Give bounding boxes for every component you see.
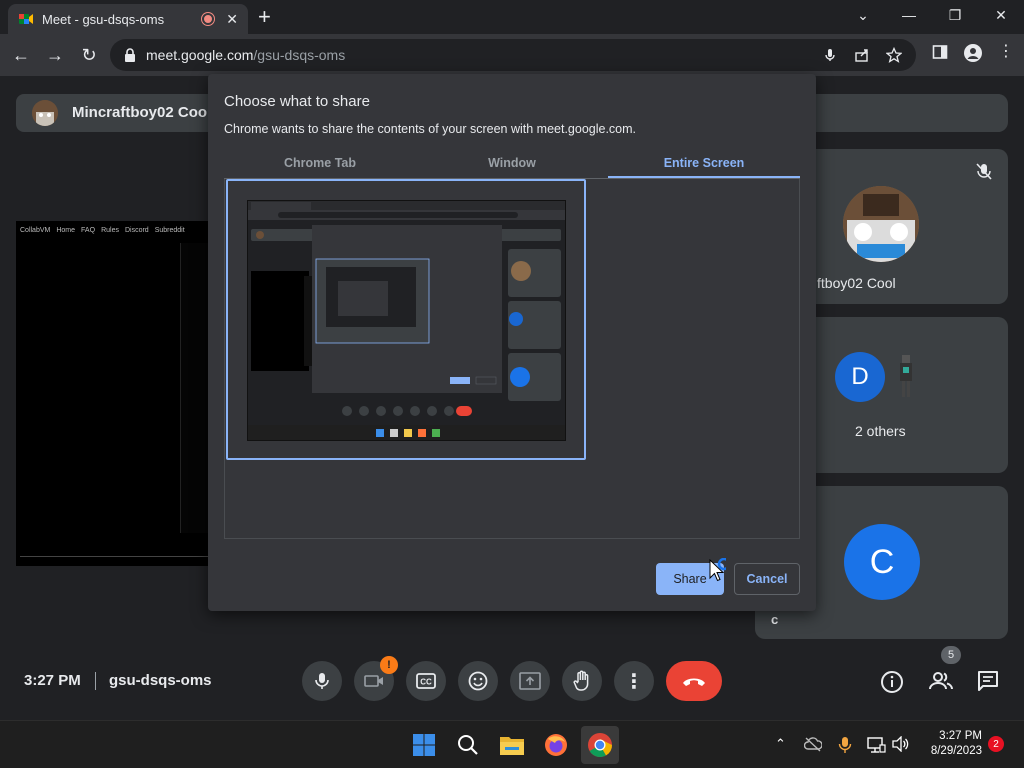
cloud-offline-icon[interactable] bbox=[804, 736, 822, 752]
share-page-icon[interactable] bbox=[854, 47, 870, 63]
participant-count-badge: 5 bbox=[941, 646, 961, 664]
folder-icon bbox=[500, 737, 524, 755]
collabvm-nav: CollabVM Home FAQ Rules Discord Subreddi… bbox=[20, 227, 185, 234]
cursor-busy-icon bbox=[709, 558, 726, 582]
microphone-icon bbox=[315, 673, 329, 689]
microphone-tray-icon[interactable] bbox=[838, 736, 852, 754]
file-explorer-button[interactable] bbox=[498, 731, 526, 759]
bookmark-star-icon[interactable] bbox=[886, 47, 902, 63]
search-icon bbox=[458, 735, 478, 755]
firefox-icon bbox=[545, 734, 567, 756]
meet-favicon-icon bbox=[19, 14, 33, 24]
browser-toolbar: ← → ↻ meet.google.com/gsu-dsqs-oms ⋮ bbox=[0, 34, 1024, 76]
profile-avatar-icon[interactable] bbox=[964, 44, 982, 62]
network-icon[interactable] bbox=[866, 736, 886, 754]
screen-list bbox=[224, 179, 800, 539]
reactions-button[interactable] bbox=[458, 661, 498, 701]
participant-avatar bbox=[843, 186, 919, 262]
presenter-avatar bbox=[32, 100, 58, 126]
character-figure-icon bbox=[900, 355, 912, 397]
volume-icon[interactable] bbox=[892, 736, 910, 752]
present-screen-icon bbox=[519, 672, 541, 690]
camera-icon bbox=[364, 675, 383, 687]
microphone-button[interactable] bbox=[302, 661, 342, 701]
system-clock[interactable]: 3:27 PM 8/29/2023 bbox=[920, 729, 982, 759]
camera-warning-badge: ! bbox=[380, 656, 398, 674]
dialog-title: Choose what to share bbox=[224, 93, 370, 110]
tab-chrome-tab[interactable]: Chrome Tab bbox=[224, 152, 416, 178]
tab-window[interactable]: Window bbox=[416, 152, 608, 178]
browser-tab-meet[interactable]: Meet - gsu-dsqs-oms ✕ bbox=[8, 4, 248, 34]
meeting-time: 3:27 PM bbox=[24, 672, 81, 689]
participant-name: 2 others bbox=[855, 423, 906, 439]
participant-avatar-c: C bbox=[844, 524, 920, 600]
minimize-button[interactable]: — bbox=[886, 4, 932, 26]
tab-entire-screen[interactable]: Entire Screen bbox=[608, 152, 800, 178]
chat-icon[interactable] bbox=[977, 670, 999, 692]
clock-date: 8/29/2023 bbox=[930, 745, 982, 757]
tray-overflow-chevron-icon[interactable]: ⌃ bbox=[775, 736, 786, 752]
divider bbox=[20, 556, 216, 557]
toolbar-right: ⋮ bbox=[932, 44, 1014, 62]
svg-text:CC: CC bbox=[420, 678, 432, 687]
kebab-menu-icon[interactable]: ⋮ bbox=[998, 44, 1014, 62]
tab-title: Meet - gsu-dsqs-oms bbox=[42, 11, 165, 27]
emoji-icon bbox=[468, 671, 488, 691]
meeting-info-icon[interactable] bbox=[880, 670, 904, 694]
search-button[interactable] bbox=[454, 731, 482, 759]
screen-thumbnail-option[interactable] bbox=[226, 179, 586, 460]
screen-thumbnail bbox=[247, 200, 566, 441]
participant-name: c bbox=[771, 612, 779, 627]
chrome-icon bbox=[588, 733, 612, 758]
notification-badge[interactable]: 2 bbox=[988, 736, 1004, 752]
chrome-button[interactable] bbox=[581, 726, 619, 764]
new-tab-button[interactable]: + bbox=[258, 6, 271, 28]
clock-time: 3:27 PM bbox=[939, 730, 982, 742]
participant-avatar-d: D bbox=[835, 352, 885, 402]
leave-call-button[interactable] bbox=[666, 661, 722, 701]
back-arrow-icon[interactable]: ← bbox=[4, 45, 38, 66]
recording-indicator-icon bbox=[202, 13, 215, 25]
share-source-tabs: Chrome Tab Window Entire Screen bbox=[224, 152, 800, 179]
divider bbox=[95, 672, 96, 690]
raise-hand-icon bbox=[573, 670, 589, 691]
tab-close-icon[interactable]: ✕ bbox=[226, 11, 238, 28]
captions-icon: CC bbox=[416, 673, 436, 689]
firefox-button[interactable] bbox=[542, 731, 570, 759]
meeting-code: gsu-dsqs-oms bbox=[109, 672, 212, 689]
microphone-in-use-icon[interactable] bbox=[822, 47, 838, 63]
forward-arrow-icon[interactable]: → bbox=[38, 45, 72, 66]
participant-name: ftboy02 Cool bbox=[817, 275, 896, 291]
dialog-subtitle: Chrome wants to share the contents of yo… bbox=[224, 122, 637, 136]
meet-controls: 3:27 PM gsu-dsqs-oms ! CC ⋮ 5 bbox=[0, 646, 1024, 720]
captions-button[interactable]: CC bbox=[406, 661, 446, 701]
windows-taskbar: ⌃ 3:27 PM 8/29/2023 2 bbox=[0, 720, 1024, 768]
more-options-button[interactable]: ⋮ bbox=[614, 661, 654, 701]
windows-logo-icon bbox=[413, 734, 435, 756]
muted-mic-icon bbox=[976, 163, 992, 180]
url-text: meet.google.com/gsu-dsqs-oms bbox=[146, 47, 346, 63]
side-panel-icon[interactable] bbox=[932, 44, 948, 60]
reload-icon[interactable]: ↻ bbox=[72, 45, 106, 66]
presenter-name: Mincraftboy02 Cool bbox=[72, 104, 212, 121]
end-call-icon bbox=[683, 678, 705, 686]
lock-icon[interactable] bbox=[124, 48, 136, 62]
more-vert-icon: ⋮ bbox=[624, 670, 644, 693]
window-controls: ⌄ — ❐ ✕ bbox=[840, 4, 1024, 26]
cancel-button[interactable]: Cancel bbox=[734, 563, 800, 595]
shared-screen-preview: CollabVM Home FAQ Rules Discord Subreddi… bbox=[16, 221, 216, 566]
tab-search-chevron-icon[interactable]: ⌄ bbox=[840, 4, 886, 26]
present-screen-button[interactable] bbox=[510, 661, 550, 701]
people-icon[interactable] bbox=[928, 670, 954, 692]
start-button[interactable] bbox=[410, 731, 438, 759]
share-screen-dialog: Choose what to share Chrome wants to sha… bbox=[208, 74, 816, 611]
close-window-button[interactable]: ✕ bbox=[978, 4, 1024, 26]
restore-button[interactable]: ❐ bbox=[932, 4, 978, 26]
raise-hand-button[interactable] bbox=[562, 661, 602, 701]
browser-tabstrip: Meet - gsu-dsqs-oms ✕ + ⌄ — ❐ ✕ bbox=[0, 0, 1024, 34]
address-bar[interactable]: meet.google.com/gsu-dsqs-oms bbox=[110, 39, 916, 71]
